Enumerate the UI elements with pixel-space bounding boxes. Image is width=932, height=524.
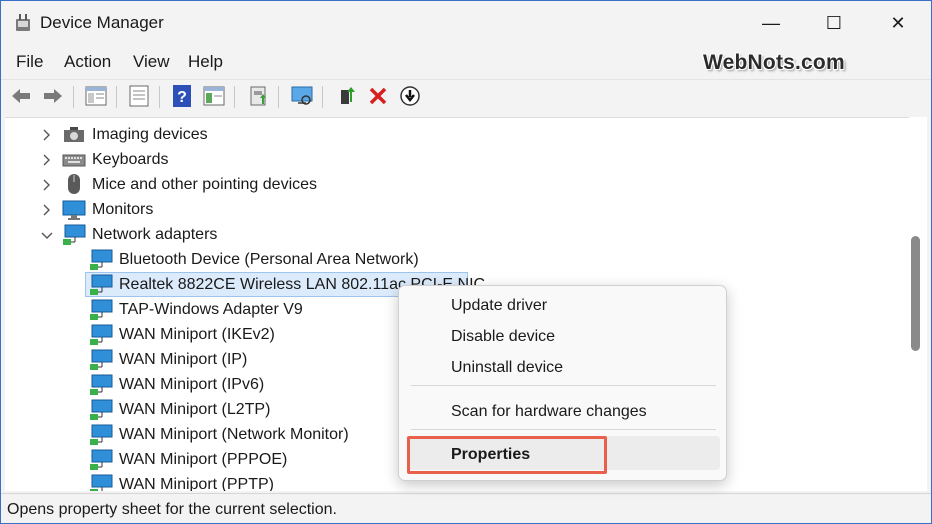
- network-adapter-icon: [90, 249, 113, 270]
- vertical-scrollbar[interactable]: [909, 117, 927, 491]
- status-text: Opens property sheet for the current sel…: [7, 501, 337, 518]
- network-adapter-icon: [90, 449, 113, 470]
- network-adapter-icon: [90, 299, 113, 320]
- help-icon[interactable]: ?: [170, 84, 194, 108]
- tree-label: WAN Miniport (IP): [119, 351, 248, 368]
- watermark-logo: WebNots.com: [703, 51, 845, 74]
- tree-label: WAN Miniport (IPv6): [119, 376, 265, 393]
- back-icon[interactable]: [9, 84, 33, 108]
- menu-update-driver[interactable]: Update driver: [451, 297, 547, 315]
- forward-icon[interactable]: [41, 84, 65, 108]
- toolbar-separator: [278, 86, 279, 108]
- device-manager-window: Device Manager — ☐ ✕ File Action View He…: [0, 0, 932, 524]
- tree-label: TAP-Windows Adapter V9: [119, 301, 303, 318]
- title-bar[interactable]: Device Manager — ☐ ✕: [1, 1, 931, 45]
- menu-uninstall-device[interactable]: Uninstall device: [451, 359, 563, 377]
- toolbar-separator: [159, 86, 160, 108]
- toolbar: ?: [1, 79, 931, 111]
- network-adapter-icon: [90, 424, 113, 445]
- tree-label: Network adapters: [92, 226, 218, 243]
- show-hide-tree-icon[interactable]: [84, 84, 108, 108]
- network-adapter-icon: [90, 374, 113, 395]
- menu-help[interactable]: Help: [188, 52, 223, 72]
- close-button[interactable]: ✕: [875, 1, 921, 45]
- tree-label: Keyboards: [92, 151, 169, 168]
- minimize-button[interactable]: —: [748, 1, 794, 45]
- network-adapter-icon: [63, 224, 86, 245]
- annotation-highlight-box: [407, 436, 607, 474]
- chevron-down-icon[interactable]: [40, 229, 54, 243]
- tree-label: WAN Miniport (PPTP): [119, 476, 274, 491]
- svg-text:?: ?: [177, 89, 187, 106]
- tree-label: WAN Miniport (Network Monitor): [119, 426, 349, 443]
- window-title: Device Manager: [40, 13, 164, 32]
- tree-label: WAN Miniport (PPPOE): [119, 451, 288, 468]
- network-adapter-icon: [90, 324, 113, 345]
- menu-disable-device[interactable]: Disable device: [451, 328, 555, 346]
- chevron-right-icon[interactable]: [40, 203, 54, 217]
- camera-icon: [64, 127, 84, 142]
- menu-separator: [411, 385, 716, 386]
- tree-label: Mice and other pointing devices: [92, 176, 318, 193]
- scroll-thumb[interactable]: [911, 236, 920, 351]
- monitor-icon: [62, 200, 86, 220]
- tree-label: Monitors: [92, 201, 154, 218]
- menu-view[interactable]: View: [133, 52, 170, 72]
- disable-icon[interactable]: [398, 84, 422, 108]
- scan-hardware-icon[interactable]: [290, 84, 314, 108]
- chevron-right-icon[interactable]: [40, 178, 54, 192]
- network-adapter-icon: [90, 274, 113, 295]
- network-adapter-icon: [90, 474, 113, 491]
- toolbar-separator: [116, 86, 117, 108]
- chevron-right-icon[interactable]: [40, 153, 54, 167]
- menu-separator: [411, 429, 716, 430]
- tree-label: Imaging devices: [92, 126, 208, 143]
- toolbar-separator: [322, 86, 323, 108]
- menu-action[interactable]: Action: [64, 52, 111, 72]
- maximize-button[interactable]: ☐: [811, 1, 857, 45]
- toolbar-separator: [234, 86, 235, 108]
- status-bar: Opens property sheet for the current sel…: [1, 493, 931, 523]
- device-manager-icon: [16, 14, 30, 31]
- properties-icon[interactable]: [127, 84, 151, 108]
- menu-file[interactable]: File: [16, 52, 43, 72]
- update-driver-icon[interactable]: [246, 84, 270, 108]
- tree-label: WAN Miniport (IKEv2): [119, 326, 275, 343]
- network-adapter-icon: [90, 399, 113, 420]
- enable-device-icon[interactable]: [335, 84, 359, 108]
- toolbar-separator: [73, 86, 74, 108]
- chevron-right-icon[interactable]: [40, 128, 54, 142]
- tree-label: Bluetooth Device (Personal Area Network): [119, 251, 419, 268]
- network-adapter-icon: [90, 349, 113, 370]
- menu-scan-hardware[interactable]: Scan for hardware changes: [451, 403, 647, 421]
- uninstall-icon[interactable]: [366, 84, 390, 108]
- tree-label: WAN Miniport (L2TP): [119, 401, 271, 418]
- action-view-icon[interactable]: [202, 84, 226, 108]
- keyboard-icon: [62, 154, 86, 167]
- mouse-icon: [68, 174, 80, 194]
